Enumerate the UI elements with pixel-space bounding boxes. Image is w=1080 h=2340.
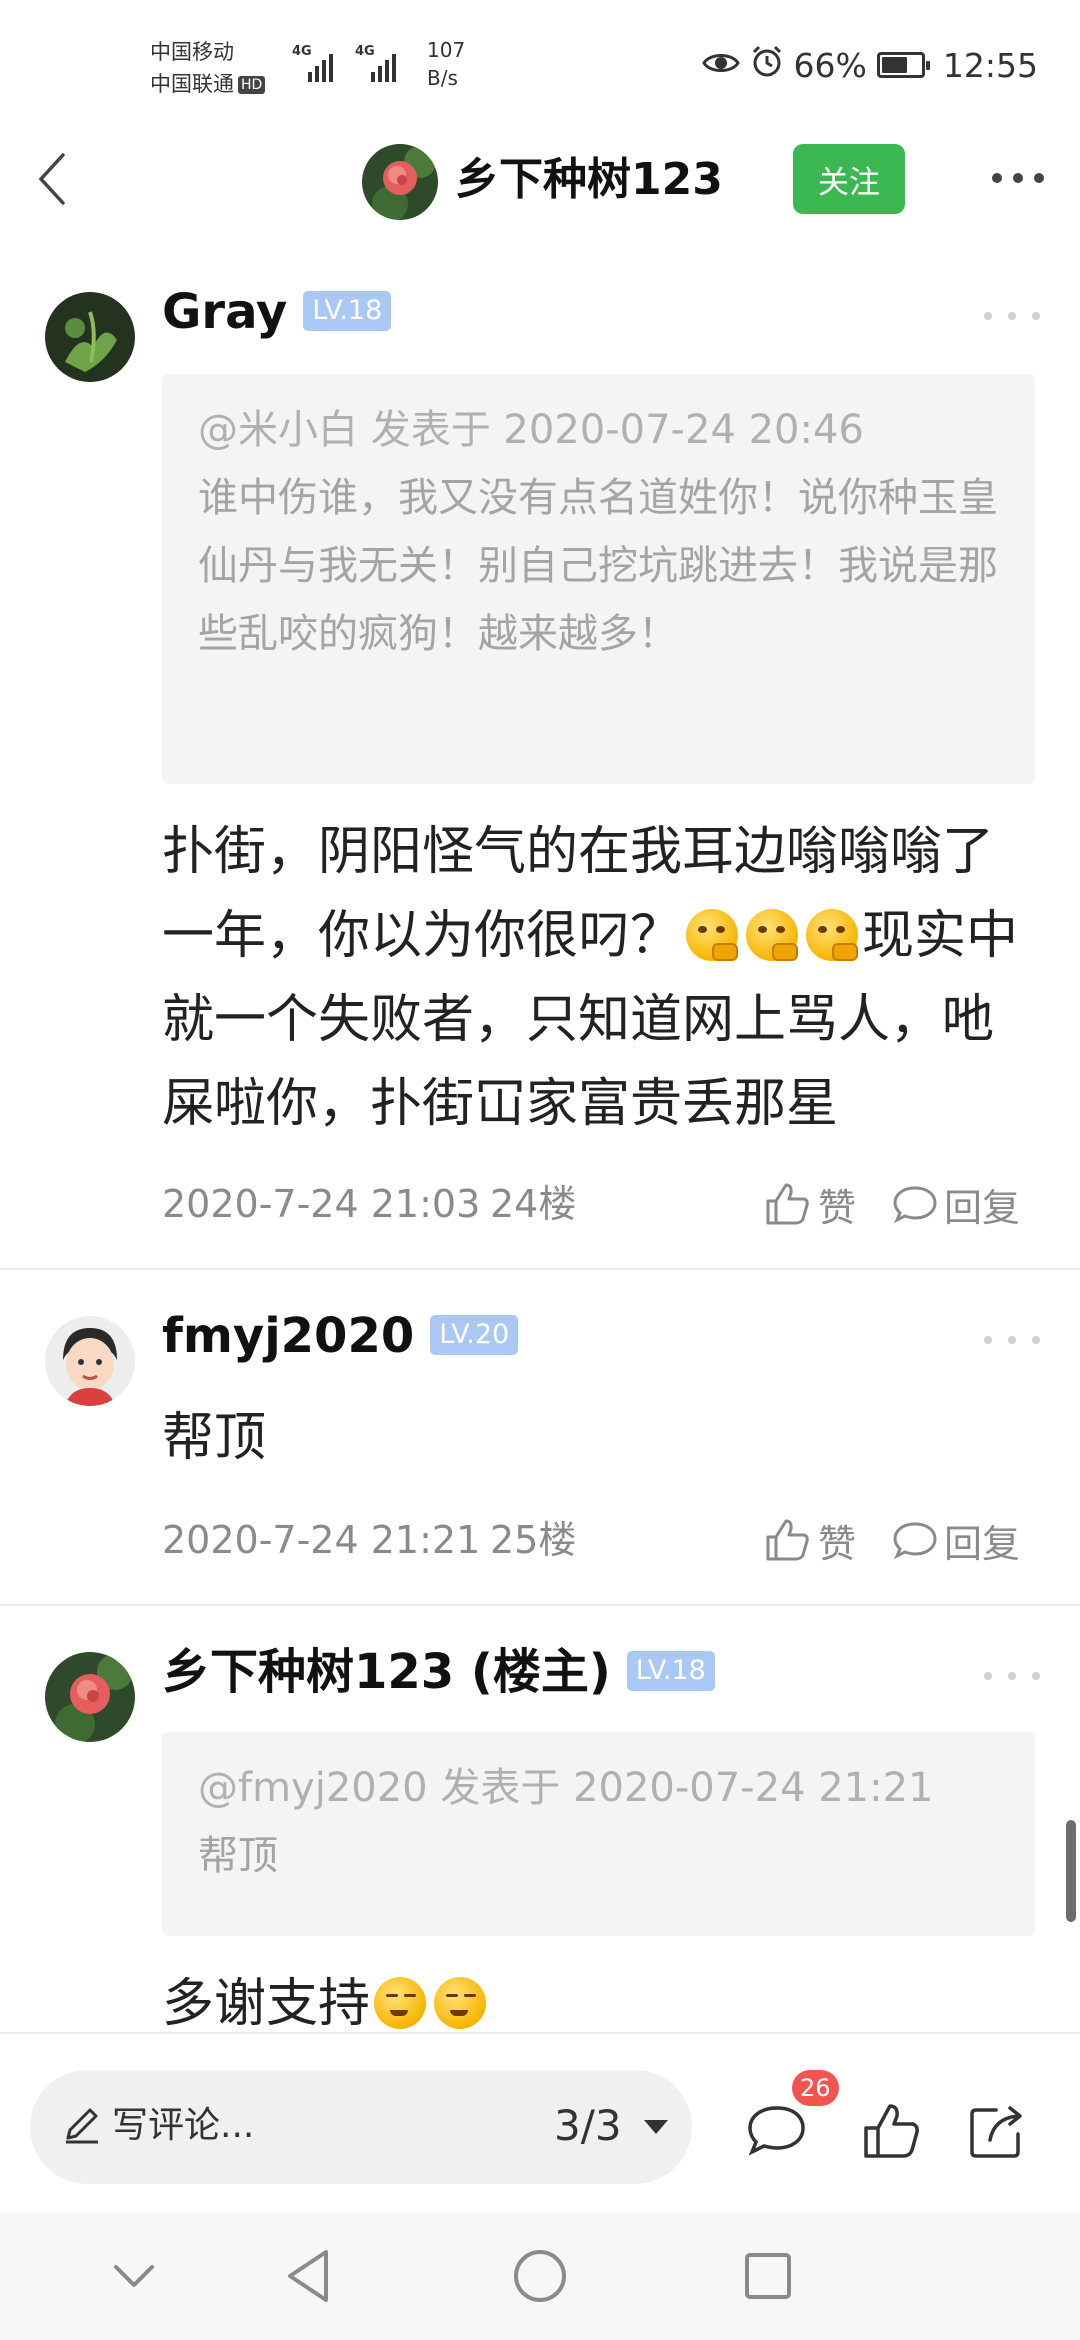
username[interactable]: fmyj2020 LV.20 bbox=[162, 1306, 519, 1366]
level-badge: LV.18 bbox=[626, 1651, 715, 1691]
smirk-emoji bbox=[434, 1977, 487, 2029]
clock: 12:55 bbox=[942, 45, 1038, 85]
more-button[interactable] bbox=[986, 158, 1050, 198]
post-menu-button[interactable] bbox=[984, 1330, 1040, 1350]
alarm-icon bbox=[750, 44, 784, 86]
avatar[interactable] bbox=[45, 1652, 135, 1742]
reply-button[interactable]: 回复 bbox=[892, 1510, 1020, 1570]
thumbs-up-icon bbox=[766, 1183, 809, 1225]
post-content: 扑街，阴阳怪气的在我耳边嗡嗡嗡了一年，你以为你很叼？ 现实中就一个失败者，只知道网… bbox=[162, 822, 1019, 1134]
comments-button[interactable] bbox=[744, 2098, 810, 2164]
eye-icon bbox=[701, 46, 740, 85]
hd-badge: HD bbox=[238, 76, 266, 94]
comment-input[interactable]: 写评论... 3/3 bbox=[30, 2070, 692, 2184]
quote-meta: @米小白 发表于 2020-07-24 20:46 bbox=[198, 407, 864, 453]
chevron-left-icon bbox=[38, 153, 65, 205]
username[interactable]: 乡下种树123 (楼主) LV.18 bbox=[162, 1642, 715, 1702]
comment-placeholder: 写评论... bbox=[112, 2105, 255, 2146]
post-footer: 2020-7-24 21:03 24楼 赞 回复 bbox=[162, 1174, 1042, 1234]
level-badge: LV.18 bbox=[303, 291, 392, 331]
post-menu-button[interactable] bbox=[984, 306, 1040, 326]
post-date: 2020-7-24 21:03 bbox=[162, 1182, 481, 1226]
nav-back-button[interactable] bbox=[270, 2238, 346, 2314]
net-speed: 107 B/s bbox=[427, 38, 466, 90]
system-nav-bar bbox=[0, 2212, 1080, 2340]
chevron-down-icon bbox=[114, 2265, 154, 2287]
carrier-1: 中国移动 bbox=[150, 40, 234, 64]
battery-percent: 66% bbox=[793, 45, 867, 85]
thumbs-up-icon bbox=[766, 1519, 809, 1561]
divider bbox=[0, 1268, 1080, 1270]
nav-home-button[interactable] bbox=[502, 2238, 578, 2314]
nav-recents-button[interactable] bbox=[730, 2238, 806, 2314]
carrier-2: 中国联通 bbox=[150, 72, 234, 96]
divider bbox=[0, 1604, 1080, 1606]
reply-button[interactable]: 回复 bbox=[892, 1174, 1020, 1234]
more-horizontal-icon bbox=[992, 173, 1044, 183]
quote-text: 帮顶 bbox=[198, 1833, 278, 1879]
comment-count-badge: 26 bbox=[792, 2070, 839, 2106]
battery-icon bbox=[876, 52, 930, 78]
floor-number: 25楼 bbox=[490, 1518, 577, 1562]
header-avatar[interactable] bbox=[362, 144, 438, 220]
dropdown-caret-icon[interactable] bbox=[644, 2120, 668, 2134]
avatar[interactable] bbox=[45, 1316, 135, 1406]
status-bar: 中国移动 中国联通 HD 4G 4G 107 B/s 66% 12:55 bbox=[0, 0, 1080, 130]
like-thread-button[interactable] bbox=[858, 2098, 924, 2164]
triangle-back-icon bbox=[288, 2250, 328, 2302]
like-button[interactable]: 赞 bbox=[762, 1510, 856, 1570]
quoted-reply[interactable]: @fmyj2020 发表于 2020-07-24 21:21 帮顶 bbox=[162, 1732, 1035, 1936]
smirk-emoji bbox=[374, 1977, 427, 2029]
pen-icon bbox=[66, 2108, 98, 2144]
page-indicator[interactable]: 3/3 bbox=[554, 2094, 622, 2158]
thumbs-up-icon bbox=[864, 2104, 919, 2158]
thinking-emoji bbox=[806, 909, 859, 961]
speech-bubble-icon bbox=[893, 1186, 937, 1224]
post-date: 2020-7-24 21:21 bbox=[162, 1518, 481, 1562]
page-title: 乡下种树123 bbox=[455, 154, 723, 205]
level-badge: LV.20 bbox=[430, 1315, 519, 1355]
follow-button[interactable]: 关注 bbox=[793, 144, 905, 214]
nav-collapse-button[interactable] bbox=[96, 2238, 172, 2314]
post-menu-button[interactable] bbox=[984, 1666, 1040, 1686]
quoted-reply[interactable]: @米小白 发表于 2020-07-24 20:46 谁中伤谁，我又没有点名道姓你… bbox=[162, 374, 1035, 784]
avatar[interactable] bbox=[45, 292, 135, 382]
share-button[interactable] bbox=[964, 2098, 1030, 2164]
thread-header: 乡下种树123 关注 bbox=[0, 130, 1080, 230]
speech-bubble-icon bbox=[893, 1522, 937, 1560]
speech-bubble-icon bbox=[748, 2106, 805, 2156]
scrollbar[interactable] bbox=[1066, 1820, 1076, 1922]
carrier-info: 中国移动 中国联通 HD bbox=[150, 36, 266, 100]
floor-number: 24楼 bbox=[490, 1182, 577, 1226]
comment-bar: 写评论... 3/3 26 bbox=[0, 2032, 1080, 2212]
username[interactable]: Gray LV.18 bbox=[162, 282, 392, 342]
circle-home-icon bbox=[514, 2250, 566, 2302]
post-footer: 2020-7-24 21:21 25楼 赞 回复 bbox=[162, 1510, 1042, 1570]
back-button[interactable] bbox=[22, 146, 82, 212]
system-indicators: 66% 12:55 bbox=[701, 42, 1038, 88]
post-content: 帮顶 bbox=[162, 1408, 267, 1468]
thinking-emoji bbox=[686, 909, 739, 961]
quote-meta: @fmyj2020 发表于 2020-07-24 21:21 bbox=[198, 1765, 934, 1811]
thinking-emoji bbox=[746, 909, 799, 961]
like-button[interactable]: 赞 bbox=[762, 1174, 856, 1234]
share-icon bbox=[970, 2106, 1022, 2158]
square-recents-icon bbox=[745, 2253, 791, 2299]
quote-text: 谁中伤谁，我又没有点名道姓你！说你种玉皇仙丹与我无关！别自己挖坑跳进去！我说是那… bbox=[198, 475, 998, 657]
